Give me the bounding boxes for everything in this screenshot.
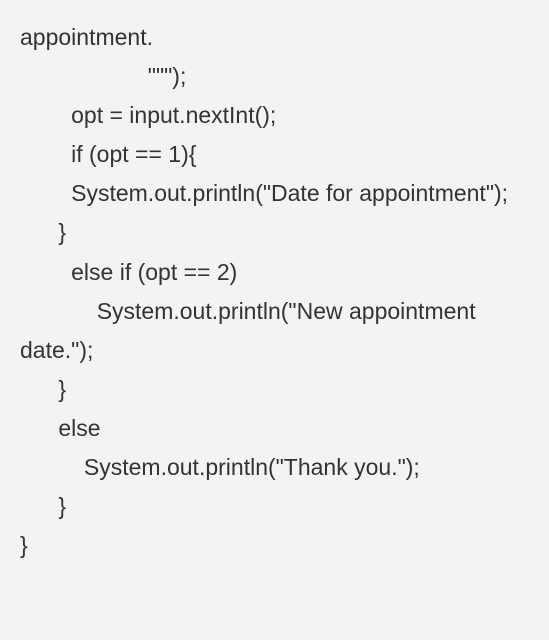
code-line: System.out.println("New appointment date… — [20, 292, 529, 370]
code-line: } — [20, 526, 529, 565]
code-text: System.out.println("Date for appointment… — [71, 180, 508, 206]
code-line: opt = input.nextInt(); — [20, 96, 529, 135]
code-line: if (opt == 1){ — [20, 135, 529, 174]
code-line: } — [20, 213, 529, 252]
code-line: System.out.println("Thank you."); — [20, 448, 529, 487]
code-line: """); — [20, 57, 529, 96]
code-line: appointment. — [20, 18, 529, 57]
code-line: } — [20, 487, 529, 526]
code-line: System.out.println("Date for appointment… — [20, 174, 529, 213]
code-block: appointment. """); opt = input.nextInt()… — [20, 18, 529, 565]
code-line: else — [20, 409, 529, 448]
code-line: else if (opt == 2) — [20, 253, 529, 292]
code-line: } — [20, 370, 529, 409]
